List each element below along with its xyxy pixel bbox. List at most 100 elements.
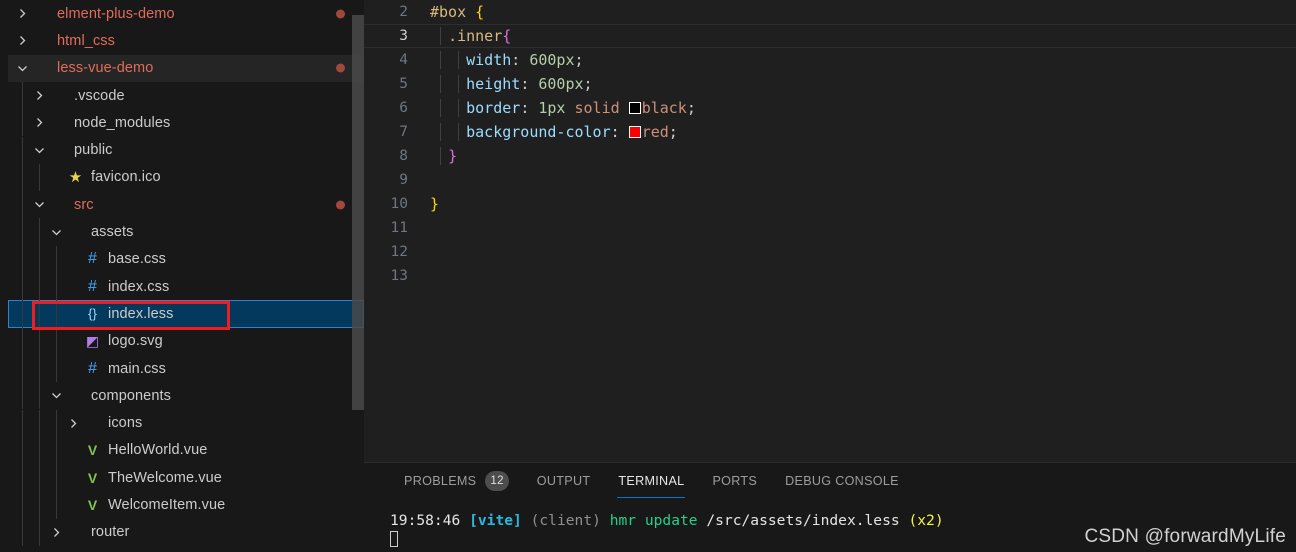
tab-debug-console[interactable]: DEBUG CONSOLE — [771, 463, 913, 499]
panel-tab-label: PORTS — [712, 474, 758, 488]
code-editor[interactable]: 2 #box {3 .inner{4 width: 600px; 5 height:… — [364, 0, 1296, 462]
code-text: background-color: red; — [422, 123, 678, 141]
tree-item-html-css[interactable]: html_css — [8, 27, 364, 54]
code-line[interactable]: 13 — [364, 264, 1296, 288]
tree-item-less-vue-demo[interactable]: less-vue-demo — [8, 54, 364, 82]
chevron-down-icon[interactable] — [31, 199, 48, 210]
chevron-down-icon[interactable] — [48, 390, 65, 401]
indent-guide — [39, 464, 40, 492]
indent-guide — [458, 51, 459, 69]
sidebar-scrollbar[interactable] — [352, 15, 364, 410]
code-line[interactable]: 6 border: 1px solid black; — [364, 96, 1296, 120]
color-swatch[interactable] — [628, 102, 641, 114]
terminal-tag: [vite] — [469, 512, 522, 529]
code-text: border: 1px solid black; — [422, 99, 696, 117]
code-line[interactable]: 9 — [364, 168, 1296, 192]
indent-guide — [22, 191, 23, 219]
code-line[interactable]: 4 width: 600px; — [364, 48, 1296, 72]
code-line[interactable]: 2 #box { — [364, 0, 1296, 24]
panel-tab-bar[interactable]: PROBLEMS 12 OUTPUT TERMINAL PORTS DEBUG CONSO… — [364, 463, 1296, 499]
file-tree[interactable]: elment-plus-demo html_css less-vue-demo .vs… — [8, 0, 364, 546]
indent-guide — [56, 464, 57, 492]
panel-tab-label: DEBUG CONSOLE — [785, 474, 899, 488]
vue-icon: V — [87, 469, 98, 486]
chevron-right-icon[interactable] — [65, 418, 82, 429]
tree-item-index-less[interactable]: {} index.less — [8, 300, 364, 328]
indent-guide — [56, 300, 57, 328]
indent-guide — [22, 163, 23, 192]
vue-icon: V — [87, 496, 98, 513]
tree-item-helloworld-vue[interactable]: V HelloWorld.vue — [8, 437, 364, 464]
indent-guide — [22, 354, 23, 383]
tree-item-main-css[interactable]: # main.css — [8, 355, 364, 382]
indent-guide — [56, 245, 57, 273]
explorer-sidebar[interactable]: elment-plus-demo html_css less-vue-demo .vs… — [8, 0, 364, 552]
tree-item-index-css[interactable]: # index.css — [8, 273, 364, 300]
indent-guide — [458, 123, 459, 141]
line-number: 8 — [399, 148, 408, 164]
tab-output[interactable]: OUTPUT — [523, 463, 605, 499]
chevron-right-icon[interactable] — [31, 90, 48, 101]
tree-item-src[interactable]: src — [8, 191, 364, 218]
indent-guide — [39, 518, 40, 546]
code-line[interactable]: 11 — [364, 216, 1296, 240]
chevron-right-icon[interactable] — [48, 527, 65, 538]
code-content[interactable]: 2 #box {3 .inner{4 width: 600px; 5 height:… — [364, 0, 1296, 288]
chevron-down-icon[interactable] — [31, 145, 48, 156]
svg-icon: ◩ — [82, 333, 103, 350]
star-icon: ★ — [65, 168, 86, 186]
tree-item-label: .vscode — [74, 87, 125, 104]
code-token: : — [520, 75, 539, 93]
vue-icon: V — [82, 470, 103, 486]
indent-guide — [22, 245, 23, 273]
code-text: .inner{ — [422, 27, 511, 45]
code-line[interactable]: 5 height: 600px; — [364, 72, 1296, 96]
code-line[interactable]: 3 .inner{ — [364, 24, 1296, 48]
tab-terminal[interactable]: TERMINAL — [604, 463, 698, 499]
chevron-right-icon[interactable] — [14, 35, 31, 46]
tree-item-public[interactable]: public — [8, 136, 364, 163]
indent-guide — [56, 273, 57, 301]
tree-item-vscode[interactable]: .vscode — [8, 82, 364, 109]
problems-count-badge: 12 — [485, 471, 509, 491]
tree-item-components[interactable]: components — [8, 382, 364, 409]
line-number: 12 — [390, 244, 408, 260]
indent-guide — [440, 99, 441, 117]
star-icon: ★ — [68, 169, 83, 187]
tab-ports[interactable]: PORTS — [698, 463, 771, 499]
tree-item-icons[interactable]: icons — [8, 409, 364, 436]
code-line[interactable]: 8 } — [364, 144, 1296, 168]
tree-item-logo-svg[interactable]: ◩ logo.svg — [8, 328, 364, 355]
tab-problems[interactable]: PROBLEMS 12 — [390, 463, 523, 499]
chevron-right-icon[interactable] — [31, 117, 48, 128]
tree-item-welcomeitem-vue[interactable]: V WelcomeItem.vue — [8, 491, 364, 518]
braces-icon: {} — [88, 306, 97, 322]
hash-icon: # — [82, 278, 103, 296]
chevron-right-icon[interactable] — [14, 8, 31, 19]
tree-item-elment-plus-demo[interactable]: elment-plus-demo — [8, 0, 364, 27]
svg-icon: ◩ — [85, 332, 100, 349]
tree-item-base-css[interactable]: # base.css — [8, 246, 364, 273]
indent-guide — [22, 491, 23, 519]
chevron-down-icon[interactable] — [14, 63, 31, 74]
code-line[interactable]: 7 background-color: red; — [364, 120, 1296, 144]
code-token: black — [641, 99, 687, 117]
line-number: 5 — [399, 76, 408, 92]
indent-guide — [39, 300, 40, 328]
modified-indicator — [336, 63, 345, 73]
color-swatch[interactable] — [628, 126, 641, 138]
code-line[interactable]: 12 — [364, 240, 1296, 264]
tree-item-assets[interactable]: assets — [8, 218, 364, 245]
tree-item-favicon-ico[interactable]: ★ favicon.ico — [8, 164, 364, 191]
tree-item-thewelcome-vue[interactable]: V TheWelcome.vue — [8, 464, 364, 491]
code-token: .inner — [448, 27, 503, 45]
tree-item-router[interactable]: router — [8, 519, 364, 546]
tree-item-node-modules[interactable]: node_modules — [8, 109, 364, 136]
indent-guide — [56, 327, 57, 355]
code-line[interactable]: 10} — [364, 192, 1296, 216]
chevron-down-icon[interactable] — [48, 227, 65, 238]
panel-tab-label: TERMINAL — [618, 474, 685, 488]
